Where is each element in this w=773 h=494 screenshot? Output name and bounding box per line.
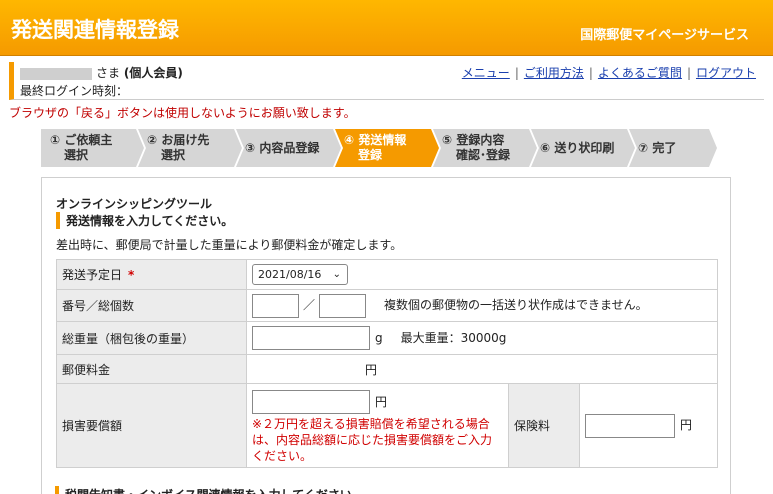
user-bar: さま (個人会員) 最終ログイン時刻： メニュー | ご利用方法 | よくあるご質問 | ロ… bbox=[9, 62, 764, 100]
table-row: 郵便料金 円 bbox=[56, 354, 718, 384]
page-title: 発送関連情報登録 bbox=[11, 18, 179, 42]
shipping-form-table: 発送予定日 * 2021/08/16 ⌄ 番号／総個数 ／複数個の郵便物の一括送り状… bbox=[56, 259, 718, 468]
table-row: 総重量（梱包後の重量） g 最大重量：30000g bbox=[56, 321, 718, 355]
step-select-recipient: ② お届け先 選択 bbox=[138, 129, 242, 167]
ship-date-select[interactable]: 2021/08/16 ⌄ bbox=[252, 264, 348, 285]
insurance-fee-input[interactable] bbox=[585, 413, 675, 438]
total-count-input[interactable] bbox=[319, 293, 367, 318]
user-name-suffix: さま bbox=[96, 66, 121, 80]
required-mark: * bbox=[128, 268, 135, 282]
section-note: 差出時に、郵便局で計量した重量により郵便料金が確定します。 bbox=[56, 238, 403, 252]
top-links: メニュー | ご利用方法 | よくあるご質問 | ログアウト bbox=[461, 66, 756, 80]
tool-title: オンラインシッピングツール bbox=[56, 197, 213, 211]
step-print-waybill: ⑥ 送り状印刷 bbox=[531, 129, 635, 167]
postage-label-cell: 郵便料金 bbox=[56, 354, 247, 384]
bulk-not-supported-message: 複数個の郵便物の一括送り状作成はできません。 bbox=[384, 298, 648, 312]
back-button-warning: ブラウザの「戻る」ボタンは使用しないようにお願い致します。 bbox=[9, 106, 356, 120]
damage-label-cell: 損害要償額 bbox=[56, 383, 247, 468]
number-label-cell: 番号／総個数 bbox=[56, 289, 247, 322]
table-row: 損害要償額 円 ※２万円を超える損害賠償を希望される場合は、内容品総額に応じた損… bbox=[56, 383, 718, 468]
total-weight-input[interactable] bbox=[252, 326, 370, 350]
weight-label-cell: 総重量（梱包後の重量） bbox=[56, 321, 247, 355]
logout-link[interactable]: ログアウト bbox=[696, 66, 756, 80]
max-weight-text: 最大重量：30000g bbox=[400, 330, 507, 345]
member-type: (個人会員) bbox=[123, 66, 183, 80]
chevron-down-icon: ⌄ bbox=[332, 269, 341, 280]
step-confirm-registration: ⑤ 登録内容 確認･登録 bbox=[433, 129, 537, 167]
faq-link[interactable]: よくあるご質問 bbox=[598, 66, 682, 80]
user-name-row: さま (個人会員) bbox=[20, 64, 183, 81]
shipping-info-panel: オンラインシッピングツール 発送情報を入力してください。 差出時に、郵便局で計量… bbox=[41, 177, 731, 494]
table-row: 発送予定日 * 2021/08/16 ⌄ bbox=[56, 259, 718, 290]
step-register-shipping-info: ④ 発送情報 登録 bbox=[335, 129, 439, 167]
insurance-label-cell: 保険料 bbox=[508, 383, 580, 468]
usage-guide-link[interactable]: ご利用方法 bbox=[524, 66, 584, 80]
menu-link[interactable]: メニュー bbox=[462, 66, 510, 80]
service-name: 国際郵便マイページサービス bbox=[580, 28, 749, 43]
postage-value: 円 bbox=[364, 362, 377, 377]
ship-date-label-cell: 発送予定日 * bbox=[56, 259, 247, 290]
damage-note: ※２万円を超える損害賠償を希望される場合は、内容品総額に応じた損害要償額をご入力… bbox=[252, 417, 493, 463]
step-complete: ⑦ 完了 bbox=[629, 129, 717, 167]
step-select-sender: ① ご依頼主 選択 bbox=[41, 129, 144, 167]
page-header: 発送関連情報登録 国際郵便マイページサービス bbox=[0, 0, 773, 56]
last-login-label: 最終ログイン時刻： bbox=[20, 84, 129, 98]
table-row: 番号／総個数 ／複数個の郵便物の一括送り状作成はできません。 bbox=[56, 289, 718, 322]
section-heading: 発送情報を入力してください。 bbox=[56, 212, 233, 229]
damage-amount-input[interactable] bbox=[252, 390, 370, 414]
next-section-heading: 税関告知書・インボイス関連情報を入力してください bbox=[55, 486, 352, 494]
step-register-contents: ③ 内容品登録 bbox=[236, 129, 341, 167]
item-number-input[interactable] bbox=[252, 293, 299, 318]
progress-steps: ① ご依頼主 選択 ② お届け先 選択 ③ 内容品登録 ④ 発送情報 登録 ⑤ 登録内… bbox=[41, 129, 731, 167]
masked-user-name bbox=[20, 67, 92, 80]
